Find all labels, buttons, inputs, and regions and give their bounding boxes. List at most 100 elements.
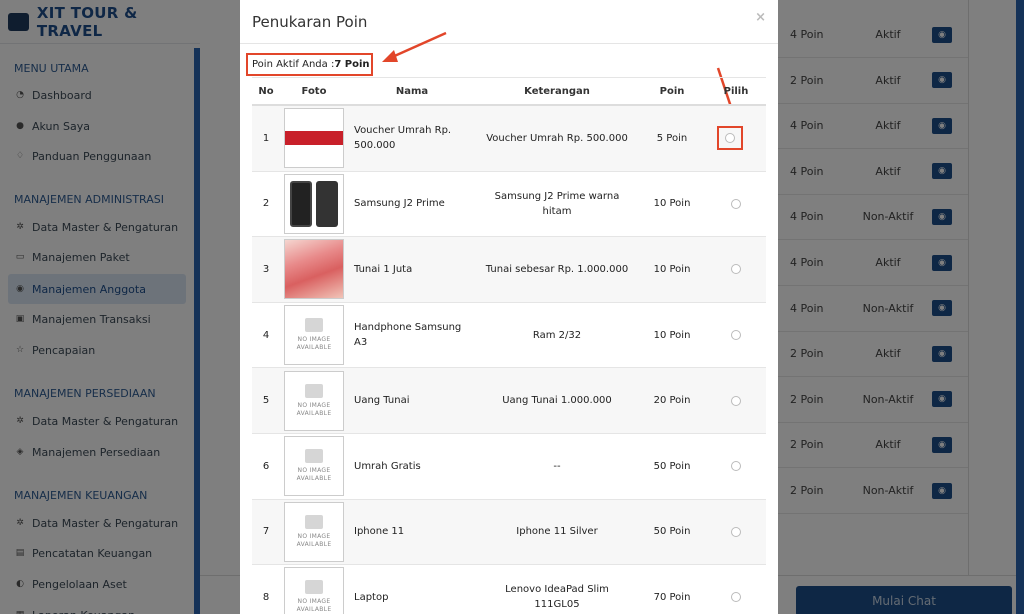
row-photo: NO IMAGE AVAILABLE bbox=[280, 501, 348, 562]
select-radio[interactable] bbox=[731, 526, 741, 537]
annotation-arrow-icon bbox=[382, 31, 447, 62]
row-description: Uang Tunai 1.000.000 bbox=[502, 395, 612, 407]
active-points-value: 7 Poin bbox=[334, 59, 370, 70]
product-thumbnail bbox=[284, 173, 344, 234]
row-select bbox=[706, 264, 766, 275]
close-icon[interactable]: × bbox=[755, 10, 766, 25]
row-number: 8 bbox=[262, 591, 270, 603]
row-photo bbox=[280, 173, 348, 234]
column-header-pilih: Pilih bbox=[723, 85, 749, 97]
column-header-poin: Poin bbox=[659, 85, 685, 97]
row-description: -- bbox=[553, 460, 561, 472]
select-radio[interactable] bbox=[731, 330, 741, 341]
select-radio[interactable] bbox=[731, 198, 741, 209]
row-points: 10 Poin bbox=[653, 198, 691, 210]
row-points: 5 Poin bbox=[656, 132, 688, 144]
select-radio[interactable] bbox=[725, 133, 735, 144]
row-points: 10 Poin bbox=[653, 329, 691, 341]
row-photo bbox=[280, 239, 348, 300]
column-header-foto: Foto bbox=[301, 85, 327, 97]
no-image-icon bbox=[305, 318, 323, 333]
row-select bbox=[706, 461, 766, 472]
table-row: 4 NO IMAGE AVAILABLE Handphone Samsung A3 R… bbox=[252, 303, 766, 369]
phone-back-image bbox=[316, 180, 338, 227]
no-image-text: NO IMAGE AVAILABLE bbox=[296, 401, 332, 417]
row-photo: NO IMAGE AVAILABLE bbox=[280, 370, 348, 431]
table-row: 1 500.000 Voucher Umrah Rp. 500.000 Voucher… bbox=[252, 106, 766, 172]
row-photo: NO IMAGE AVAILABLE bbox=[280, 567, 348, 614]
product-thumbnail bbox=[284, 239, 344, 300]
voucher-image-text: 500.000 bbox=[305, 144, 343, 154]
product-thumbnail: NO IMAGE AVAILABLE bbox=[284, 501, 344, 562]
table-row: 3 Tunai 1 Juta Tunai sebesar Rp. 1.000.000… bbox=[252, 237, 766, 303]
phone-front-image bbox=[290, 180, 312, 227]
active-points-label: Poin Aktif Anda : bbox=[252, 59, 335, 70]
rewards-table: No Foto Nama Keterangan Poin Pilih 1 500.… bbox=[252, 77, 766, 614]
row-description: Tunai sebesar Rp. 1.000.000 bbox=[485, 263, 629, 275]
row-points: 50 Poin bbox=[653, 460, 691, 472]
product-thumbnail: NO IMAGE AVAILABLE bbox=[284, 436, 344, 497]
row-select bbox=[706, 395, 766, 406]
row-points: 20 Poin bbox=[653, 395, 691, 407]
product-thumbnail: NO IMAGE AVAILABLE bbox=[284, 370, 344, 431]
row-number: 4 bbox=[262, 329, 270, 341]
row-name: Tunai 1 Juta bbox=[354, 263, 413, 275]
table-row: 8 NO IMAGE AVAILABLE Laptop Lenovo IdeaPad … bbox=[252, 565, 766, 614]
row-number: 5 bbox=[262, 395, 270, 407]
row-description: Ram 2/32 bbox=[532, 329, 582, 341]
row-name: Laptop bbox=[354, 591, 389, 603]
row-description: Lenovo IdeaPad Slim 111GL05 bbox=[505, 584, 609, 611]
select-radio[interactable] bbox=[731, 592, 741, 603]
row-select bbox=[706, 526, 766, 537]
row-name: Voucher Umrah Rp. 500.000 bbox=[354, 125, 452, 152]
active-points-box: Poin Aktif Anda : 7 Poin bbox=[246, 53, 373, 76]
row-name: Samsung J2 Prime bbox=[354, 198, 445, 210]
table-header: No Foto Nama Keterangan Poin Pilih bbox=[252, 77, 766, 106]
column-header-keterangan: Keterangan bbox=[524, 85, 590, 97]
modal-title: Penukaran Poin bbox=[252, 12, 368, 31]
row-photo: NO IMAGE AVAILABLE bbox=[280, 305, 348, 366]
no-image-text: NO IMAGE AVAILABLE bbox=[296, 336, 332, 352]
no-image-text: NO IMAGE AVAILABLE bbox=[296, 467, 332, 483]
no-image-icon bbox=[305, 580, 323, 595]
row-number: 3 bbox=[262, 263, 270, 275]
select-radio[interactable] bbox=[731, 461, 741, 472]
app: XIT TOUR & TRAVEL MENU UTAMA◔Dashboard●A… bbox=[0, 0, 1024, 614]
row-points: 10 Poin bbox=[653, 263, 691, 275]
row-select bbox=[706, 330, 766, 341]
row-points: 70 Poin bbox=[653, 591, 691, 603]
row-description: Iphone 11 Silver bbox=[516, 526, 598, 538]
table-row: 2 Samsung J2 Prime Samsung J2 Prime warna … bbox=[252, 172, 766, 238]
row-name: Umrah Gratis bbox=[354, 460, 421, 472]
no-image-text: NO IMAGE AVAILABLE bbox=[296, 598, 332, 614]
radio-highlight bbox=[717, 126, 743, 151]
select-radio[interactable] bbox=[731, 395, 741, 406]
no-image-text: NO IMAGE AVAILABLE bbox=[296, 532, 332, 548]
row-photo: 500.000 bbox=[280, 108, 348, 169]
row-description: Samsung J2 Prime warna hitam bbox=[494, 190, 620, 217]
row-description: Voucher Umrah Rp. 500.000 bbox=[486, 132, 628, 144]
row-points: 50 Poin bbox=[653, 526, 691, 538]
table-row: 5 NO IMAGE AVAILABLE Uang Tunai Uang Tunai … bbox=[252, 368, 766, 434]
row-name: Handphone Samsung A3 bbox=[354, 322, 462, 349]
table-row: 6 NO IMAGE AVAILABLE Umrah Gratis -- 50 Poin bbox=[252, 434, 766, 500]
row-number: 2 bbox=[262, 198, 270, 210]
product-thumbnail: NO IMAGE AVAILABLE bbox=[284, 305, 344, 366]
row-number: 6 bbox=[262, 460, 270, 472]
row-select bbox=[706, 198, 766, 209]
no-image-icon bbox=[305, 514, 323, 529]
modal-header: Penukaran Poin × bbox=[240, 0, 778, 44]
row-name: Uang Tunai bbox=[354, 395, 410, 407]
row-name: Iphone 11 bbox=[354, 526, 405, 538]
select-radio[interactable] bbox=[731, 264, 741, 275]
product-thumbnail: 500.000 bbox=[284, 108, 344, 169]
redeem-points-modal: Penukaran Poin × Poin Aktif Anda : 7 Poi… bbox=[240, 0, 778, 614]
row-select bbox=[706, 592, 766, 603]
column-header-no: No bbox=[258, 85, 274, 97]
column-header-nama: Nama bbox=[395, 85, 429, 97]
no-image-icon bbox=[305, 449, 323, 464]
row-photo: NO IMAGE AVAILABLE bbox=[280, 436, 348, 497]
row-number: 7 bbox=[262, 526, 270, 538]
table-body: 1 500.000 Voucher Umrah Rp. 500.000 Voucher… bbox=[252, 106, 766, 614]
row-number: 1 bbox=[262, 132, 270, 144]
